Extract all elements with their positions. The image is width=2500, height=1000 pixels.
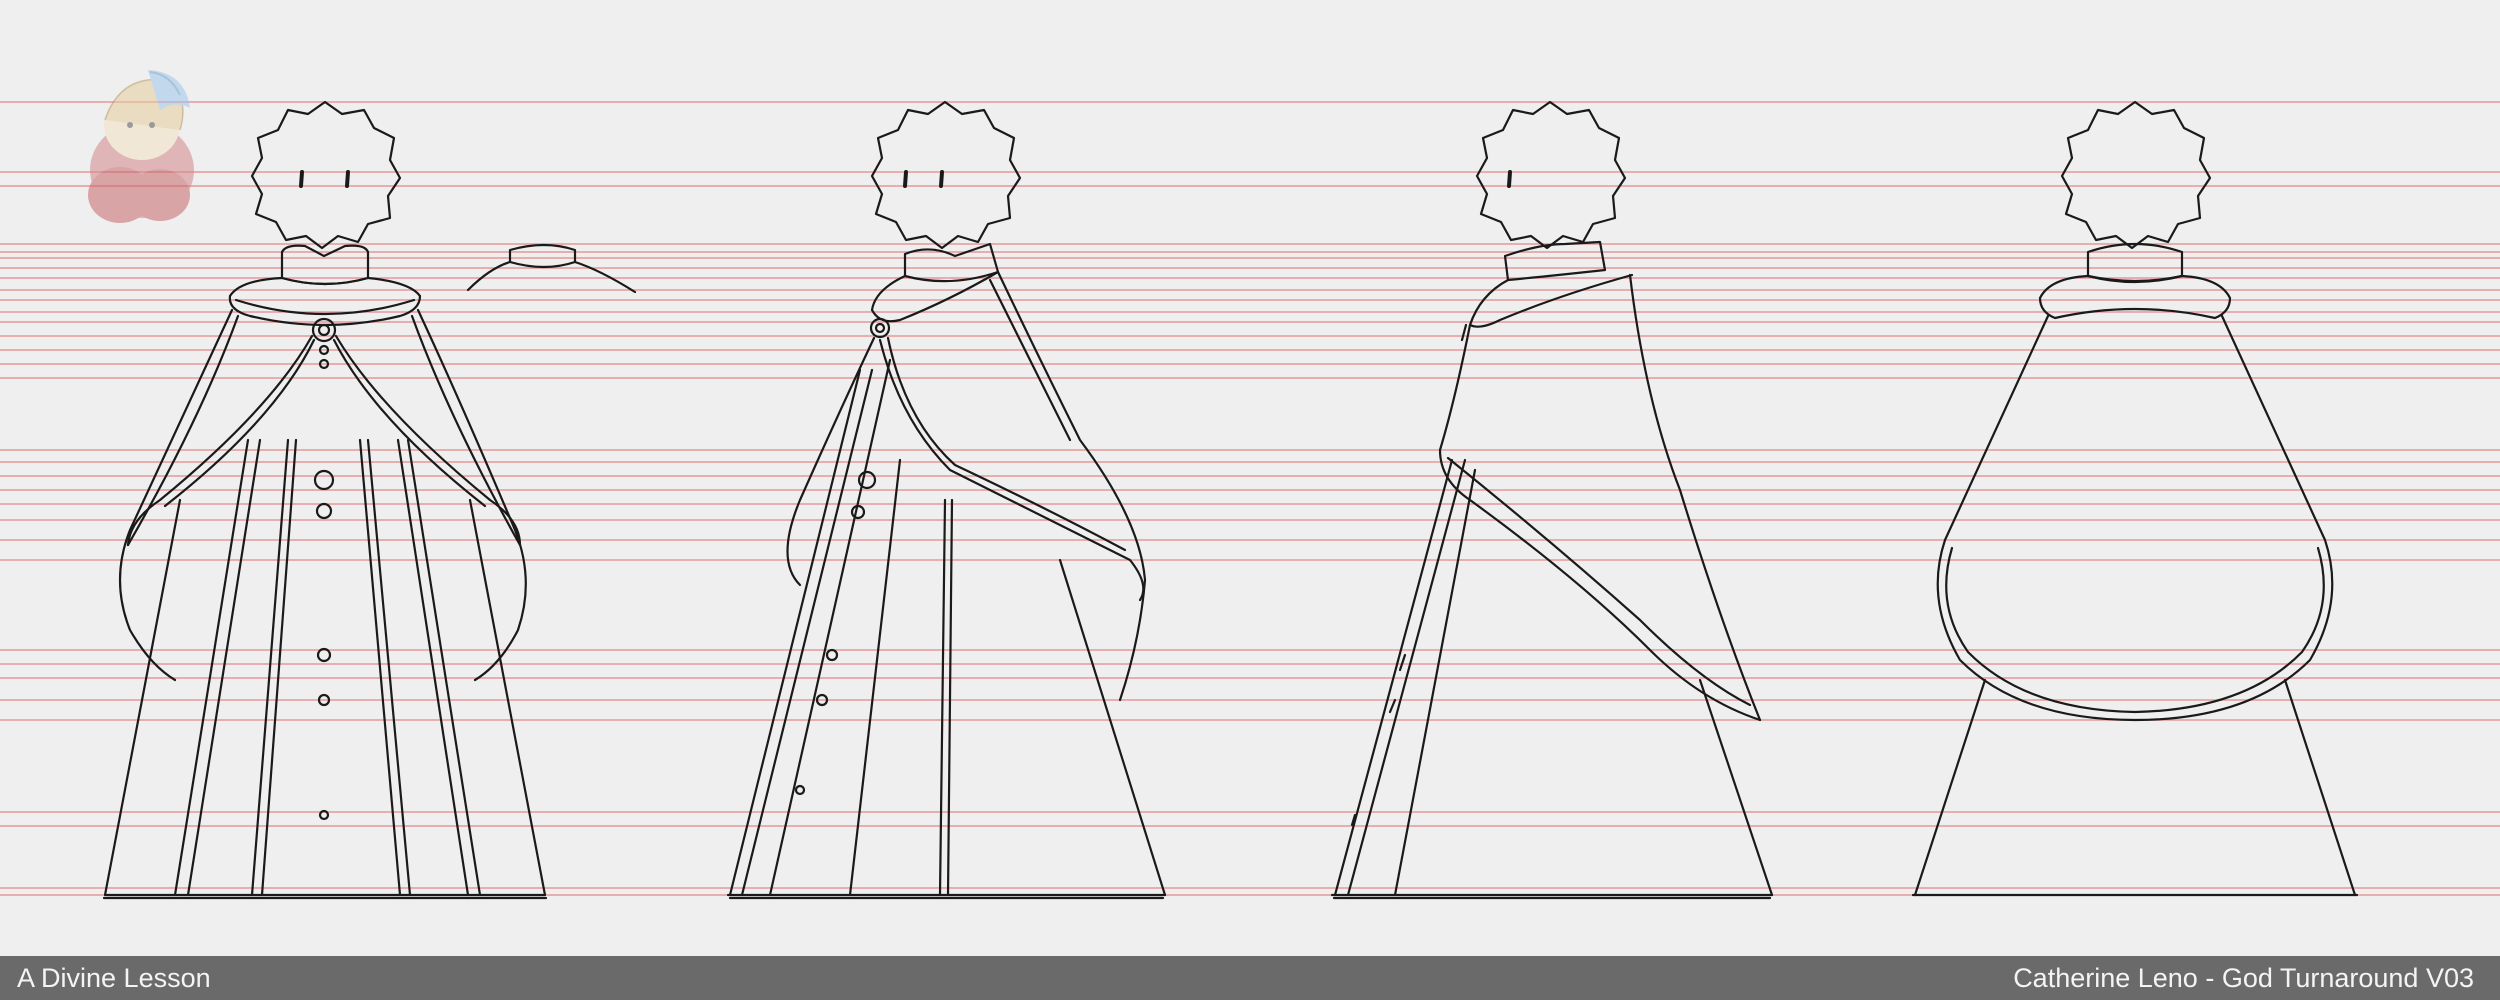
back-head — [2060, 100, 2212, 250]
front-head — [250, 100, 402, 250]
side-view — [1330, 100, 1774, 900]
front-cape — [118, 308, 234, 682]
three-quarter-head — [870, 100, 1022, 250]
front-button — [313, 469, 335, 491]
three-quarter-view — [726, 100, 1167, 900]
project-title: A Divine Lesson — [17, 962, 211, 993]
footer-bar: A Divine Lesson Catherine Leno - God Tur… — [0, 956, 2500, 1000]
back-view — [1911, 100, 2359, 897]
front-view — [102, 100, 637, 900]
proportion-guide-lines — [0, 101, 2500, 896]
reference-thumbnail — [88, 70, 194, 223]
turnaround-sheet — [0, 70, 2500, 900]
front-eye-left — [299, 170, 304, 188]
back-cape — [1936, 314, 2334, 722]
front-eye-right — [345, 170, 350, 188]
side-head — [1475, 100, 1627, 250]
sheet-title: Catherine Leno - God Turnaround V03 — [2013, 962, 2474, 993]
